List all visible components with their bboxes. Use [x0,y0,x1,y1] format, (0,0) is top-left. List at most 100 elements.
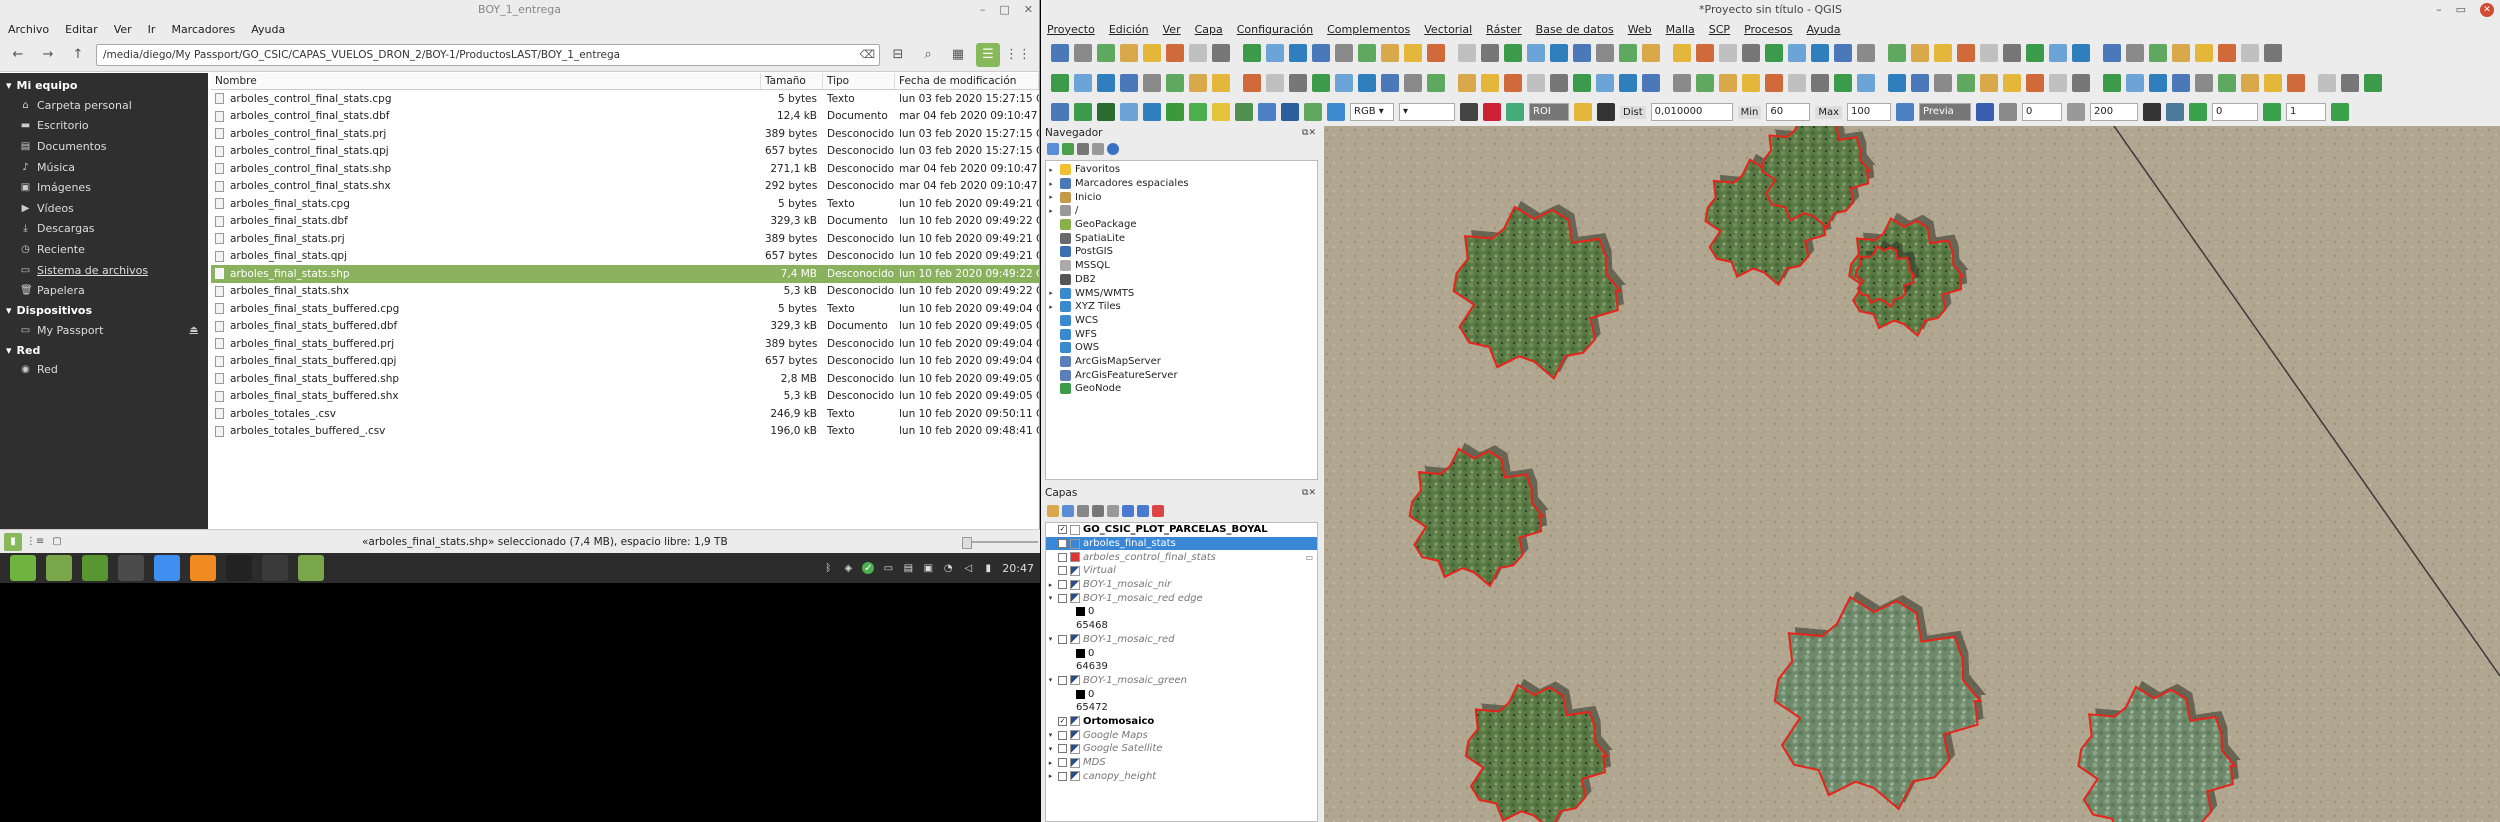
layer-visibility-checkbox[interactable]: ✓ [1058,539,1067,549]
toolbar-tool-icon[interactable] [1120,44,1138,62]
tool-icon[interactable] [2143,103,2162,121]
qgis-menu-item[interactable]: Ráster [1486,23,1521,36]
toolbar-tool-icon[interactable] [2195,74,2213,92]
browser-item[interactable]: GeoPackage [1046,218,1317,232]
browser-item[interactable]: MSSQL [1046,259,1317,273]
toolbar-tool-icon[interactable] [1074,74,1092,92]
toolbar-tool-icon[interactable] [2218,74,2236,92]
toolbar-tool-icon[interactable] [1980,44,1998,62]
toolbar-tool-icon[interactable] [1481,44,1499,62]
toolbar-tool-icon[interactable] [1673,44,1691,62]
menu-archivo[interactable]: Archivo [8,23,49,36]
layer-visibility-checkbox[interactable] [1058,634,1067,644]
file-row[interactable]: arboles_final_stats_buffered.shx 5,3 kB De… [211,388,1039,406]
browser-item[interactable]: ▸ Marcadores espaciales [1046,177,1317,191]
panel-close-icon[interactable]: ⧉✕ [1302,486,1316,500]
file-row[interactable]: arboles_final_stats_buffered.shp 2,8 MB De… [211,370,1039,388]
battery-icon[interactable]: ▮ [982,562,994,574]
layer-row[interactable]: Virtual [1046,564,1317,578]
expand-arrow-icon[interactable]: ▾ [1046,731,1055,739]
layer-visibility-checkbox[interactable] [1058,744,1067,754]
forward-arrow-icon[interactable]: → [36,43,60,67]
add-icon[interactable] [1047,143,1059,155]
browser-item[interactable]: GeoNode [1046,382,1317,396]
tool-icon[interactable] [1120,103,1138,121]
toolbar-tool-icon[interactable] [1619,44,1637,62]
toolbar-tool-icon[interactable] [1212,74,1230,92]
minimize-icon[interactable]: – [2436,0,2442,20]
sidebar-section-devices[interactable]: ▾ Dispositivos [0,301,208,320]
layer-row[interactable]: ▾ BOY-1_mosaic_red edge [1046,591,1317,605]
toolbar-tool-icon[interactable] [2026,44,2044,62]
toolbar-tool-icon[interactable] [1166,44,1184,62]
toolbar-tool-icon[interactable] [1719,44,1737,62]
expand-icon[interactable] [1122,505,1134,517]
browser-item[interactable]: SpatiaLite [1046,231,1317,245]
toolbar-tool-icon[interactable] [1980,74,1998,92]
db-icon[interactable] [1051,103,1069,121]
toolbar-tool-icon[interactable] [1642,44,1660,62]
expand-arrow-icon[interactable]: ▸ [1046,581,1055,589]
browser-item[interactable]: ▸ Favoritos [1046,163,1317,177]
toolbar-tool-icon[interactable] [1427,44,1445,62]
toolbar-tool-icon[interactable] [1166,74,1184,92]
qgis-titlebar[interactable]: *Proyecto sin título - QGIS – ▭ ✕ [1041,0,2500,20]
warning-icon[interactable] [1212,103,1230,121]
toolbar-tool-icon[interactable] [1811,74,1829,92]
toolbar-tool-icon[interactable] [1619,74,1637,92]
chat-icon[interactable]: ▭ [882,562,894,574]
toolbar-tool-icon[interactable] [1074,44,1092,62]
toolbar-tool-icon[interactable] [1573,44,1591,62]
expand-arrow-icon[interactable]: ▸ [1046,166,1056,174]
sidebar-item-desktop[interactable]: ▬ Escritorio [0,116,208,137]
collapse-icon[interactable] [1137,505,1149,517]
roi-button[interactable]: ROI [1529,103,1569,121]
toolbar-tool-icon[interactable] [1504,44,1522,62]
clear-path-icon[interactable]: ⌫ [859,45,875,65]
toolbar-tool-icon[interactable] [2049,74,2067,92]
network-tray-icon[interactable]: ◔ [942,562,954,574]
toggle-location-icon[interactable]: ⊟ [886,43,910,67]
map-canvas[interactable] [1324,126,2500,822]
layer-row[interactable]: ▸ BOY-1_mosaic_nir [1046,578,1317,592]
qgis-menu-item[interactable]: Edición [1109,23,1149,36]
toolbar-tool-icon[interactable] [1120,74,1138,92]
layer-row[interactable]: ▾ Google Maps [1046,728,1317,742]
qgis-menu-item[interactable]: Capa [1195,23,1223,36]
clipboard-icon[interactable]: ▤ [902,562,914,574]
layer-row[interactable]: ✓ GO_CSIC_PLOT_PARCELAS_BOYAL [1046,523,1317,537]
toolbar-tool-icon[interactable] [1888,74,1906,92]
qgis-menu-item[interactable]: Base de datos [1536,23,1614,36]
volume-icon[interactable]: ◁ [962,562,974,574]
browser-item[interactable]: ▸ Inicio [1046,190,1317,204]
info-icon[interactable] [1143,103,1161,121]
toolbar-tool-icon[interactable] [1312,44,1330,62]
file-row[interactable]: arboles_final_stats.qpj 657 bytes Desconoc… [211,248,1039,266]
max-input[interactable]: 100 [1847,103,1892,121]
visibility-icon[interactable] [1077,505,1089,517]
toolbar-tool-icon[interactable] [1143,74,1161,92]
b-input[interactable]: 1 [2286,103,2327,121]
tree-view-icon[interactable]: ⋮≡ [26,533,44,551]
menu-ir[interactable]: Ir [148,23,156,36]
toolbar-tool-icon[interactable] [2126,44,2144,62]
toolbar-tool-icon[interactable] [1957,44,1975,62]
file-row[interactable]: arboles_final_stats.shp 7,4 MB Desconocido… [211,265,1039,283]
qgis-menu-item[interactable]: Ayuda [1807,23,1841,36]
toolbar-tool-icon[interactable] [2172,44,2190,62]
toolbar-tool-icon[interactable] [1335,74,1353,92]
expand-arrow-icon[interactable]: ▸ [1046,303,1056,311]
toolbar-tool-icon[interactable] [2149,74,2167,92]
toolbar-tool-icon[interactable] [2241,44,2259,62]
terminal-icon[interactable] [226,555,252,581]
toolbar-tool-icon[interactable] [2341,74,2359,92]
chrome-icon[interactable] [154,555,180,581]
toolbar-tool-icon[interactable] [1381,44,1399,62]
menu-ayuda[interactable]: Ayuda [251,23,285,36]
toolbar-tool-icon[interactable] [1312,74,1330,92]
add-group-icon[interactable] [1062,505,1074,517]
firefox-icon[interactable] [190,555,216,581]
file-row[interactable]: arboles_final_stats_buffered.qpj 657 byte… [211,353,1039,371]
band-select[interactable]: RGB ▾ [1350,103,1394,121]
layer-row[interactable]: ▾ BOY-1_mosaic_green [1046,674,1317,688]
